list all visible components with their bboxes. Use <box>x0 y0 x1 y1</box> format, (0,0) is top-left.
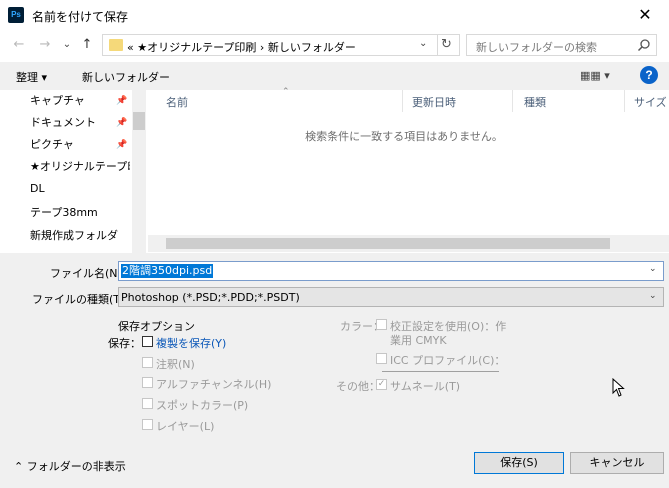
navigation-pane: キャプチャ 📌 ドキュメント 📌 ピクチャ 📌 ★オリジナルテープ印 DL テー… <box>0 90 146 253</box>
sort-ascending-icon: ⌃ <box>282 87 290 97</box>
cancel-button[interactable]: キャンセル <box>570 452 664 474</box>
sidebar-item-tape-38mm[interactable]: テープ38mm <box>30 202 130 224</box>
mouse-pointer-icon <box>612 378 625 397</box>
filename-field[interactable]: 2階調350dpi.psd ⌄ <box>118 261 664 281</box>
column-divider[interactable] <box>624 90 625 112</box>
thumbnail-label: サムネール(T) <box>390 380 461 393</box>
photoshop-app-icon: Ps <box>8 7 24 23</box>
close-button[interactable]: ✕ <box>622 0 668 30</box>
notes-checkbox[interactable] <box>142 357 153 368</box>
sidebar-item-label: ピクチャ <box>30 138 74 151</box>
column-header-modified[interactable]: 更新日時 <box>412 94 456 110</box>
filetype-value: Photoshop (*.PSD;*.PDD;*.PSDT) <box>121 291 300 304</box>
filetype-dropdown-chevron-icon[interactable]: ⌄ <box>649 291 657 301</box>
hide-folders-toggle[interactable]: ⌃ フォルダーの非表示 <box>14 458 126 474</box>
file-list[interactable]: ⌃ 名前 更新日時 種類 サイズ 検索条件に一致する項目はありません。 <box>148 87 669 253</box>
layers-checkbox[interactable] <box>142 419 153 430</box>
up-arrow-icon[interactable]: ↑ <box>78 36 96 54</box>
sidebar-item-label: 新規作成フォルダ <box>30 229 118 242</box>
address-divider <box>437 35 438 55</box>
sidebar-item-pictures[interactable]: ピクチャ 📌 <box>30 134 130 156</box>
search-input[interactable]: 新しいフォルダーの検索 <box>476 39 597 55</box>
thumbnail-checkbox[interactable]: ✓ <box>376 379 387 390</box>
address-path[interactable]: « ★オリジナルテープ印刷 › 新しいフォルダー <box>127 39 356 55</box>
alpha-channels-label: アルファチャンネル(H) <box>156 378 272 391</box>
column-divider[interactable] <box>402 90 403 112</box>
search-icon[interactable] <box>637 38 651 52</box>
column-divider[interactable] <box>512 90 513 112</box>
filetype-label: ファイルの種類(T): <box>32 293 129 306</box>
sidebar-item-label: キャプチャ <box>30 94 85 107</box>
view-options-icon[interactable]: ▦▦ ▾ <box>580 69 610 82</box>
chevron-up-icon: ⌃ <box>14 460 24 473</box>
save-button[interactable]: 保存(S) <box>474 452 564 474</box>
sidebar-item-new-folder[interactable]: 新規作成フォルダ <box>30 225 130 247</box>
save-label: 保存： <box>108 337 141 350</box>
spot-colors-checkbox[interactable] <box>142 398 153 409</box>
back-arrow-icon[interactable]: ← <box>10 36 28 54</box>
organize-button[interactable]: 整理 ▾ <box>16 69 47 85</box>
pin-icon: 📌 <box>116 96 128 106</box>
sidebar-item-documents[interactable]: ドキュメント 📌 <box>30 112 130 134</box>
sidebar-item-label: ★オリジナルテープ印 <box>30 160 130 173</box>
save-copy-checkbox[interactable] <box>142 336 153 347</box>
icc-profile-label: ICC プロファイル(C)： <box>390 354 506 367</box>
hide-folders-label: フォルダーの非表示 <box>26 460 126 473</box>
new-folder-button[interactable]: 新しいフォルダー <box>82 69 170 85</box>
horizontal-scrollbar-thumb[interactable] <box>166 238 610 249</box>
help-icon[interactable]: ? <box>640 66 658 84</box>
address-bar[interactable]: « ★オリジナルテープ印刷 › 新しいフォルダー ⌄ ↻ <box>102 34 460 56</box>
sidebar-item-capture[interactable]: キャプチャ 📌 <box>30 90 130 112</box>
search-box[interactable]: 新しいフォルダーの検索 <box>466 34 657 56</box>
folder-icon <box>109 39 123 51</box>
refresh-icon[interactable]: ↻ <box>441 37 452 52</box>
alpha-channels-checkbox[interactable] <box>142 377 153 388</box>
filename-label: ファイル名(N): <box>50 267 126 280</box>
column-header-name[interactable]: 名前 <box>166 94 188 110</box>
sidebar-item-original-tape[interactable]: ★オリジナルテープ印 <box>30 156 130 178</box>
other-label: その他： <box>336 380 380 393</box>
sidebar-item-label: ドキュメント <box>30 116 96 129</box>
recent-locations-chevron-icon[interactable]: ⌄ <box>58 36 76 54</box>
layers-label: レイヤー(L) <box>156 420 215 433</box>
pin-icon: 📌 <box>116 118 128 128</box>
address-dropdown-chevron-icon[interactable]: ⌄ <box>419 38 427 49</box>
save-options-heading: 保存オプション <box>118 320 195 333</box>
filetype-select[interactable]: Photoshop (*.PSD;*.PDD;*.PSDT) ⌄ <box>118 287 664 307</box>
filename-input[interactable]: 2階調350dpi.psd <box>121 264 214 278</box>
options-divider <box>382 371 499 372</box>
sidebar-item-label: テープ38mm <box>30 206 98 219</box>
column-header-size[interactable]: サイズ <box>634 94 667 110</box>
command-toolbar: 整理 ▾ 新しいフォルダー ▦▦ ▾ ? <box>0 62 669 90</box>
pin-icon: 📌 <box>116 140 128 150</box>
column-header-type[interactable]: 種類 <box>524 94 546 110</box>
sidebar-item-label: DL <box>30 182 45 195</box>
title-bar: Ps 名前を付けて保存 ✕ <box>0 0 669 30</box>
window-title: 名前を付けて保存 <box>32 10 129 24</box>
spot-colors-label: スポットカラー(P) <box>156 399 249 412</box>
save-copy-label[interactable]: 複製を保存(Y) <box>156 335 226 351</box>
proof-setup-checkbox[interactable] <box>376 319 387 330</box>
sidebar-item-dl[interactable]: DL <box>30 178 130 200</box>
proof-setup-label-line2: 業用 CMYK <box>390 334 447 347</box>
empty-list-message: 検索条件に一致する項目はありません。 <box>305 130 503 143</box>
navigation-scrollbar-thumb[interactable] <box>133 112 145 130</box>
filename-dropdown-chevron-icon[interactable]: ⌄ <box>649 264 657 274</box>
notes-label: 注釈(N) <box>156 358 195 371</box>
icc-profile-checkbox[interactable] <box>376 353 387 364</box>
forward-arrow-icon[interactable]: → <box>36 36 54 54</box>
